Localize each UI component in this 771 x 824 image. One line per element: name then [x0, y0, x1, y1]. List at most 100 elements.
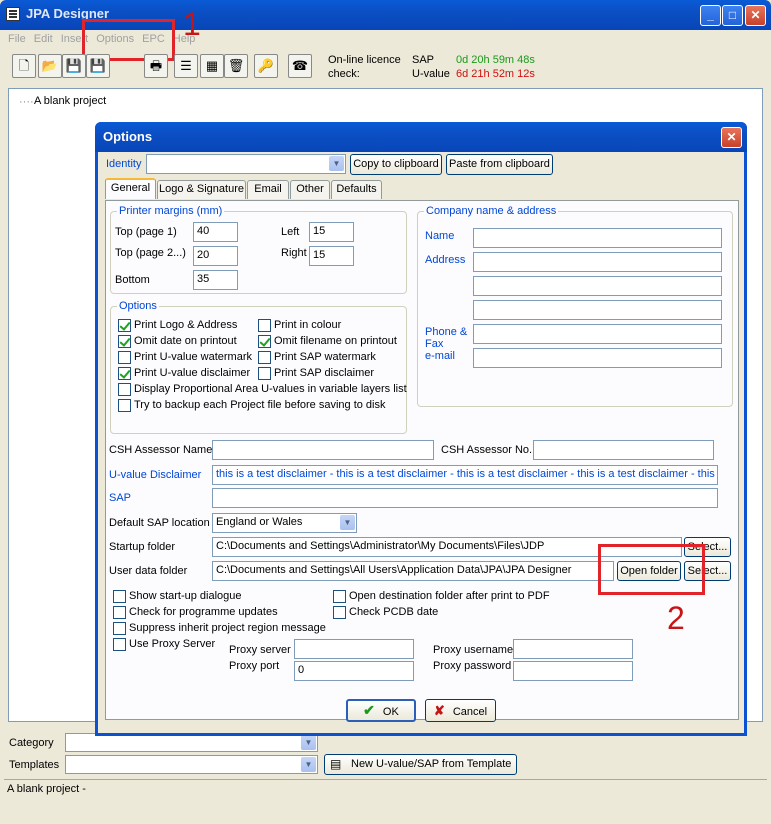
- address-line3-input[interactable]: [473, 300, 722, 320]
- uvalue-label: U-value: [412, 68, 450, 80]
- minimize-button[interactable]: _: [700, 5, 721, 26]
- left-input[interactable]: 15: [309, 222, 354, 242]
- uvalue-watermark-checkbox[interactable]: [118, 351, 131, 364]
- company-name-input[interactable]: [473, 228, 722, 248]
- tab-general[interactable]: General: [105, 178, 156, 199]
- open-folder-icon[interactable]: 📂: [38, 54, 62, 78]
- proxy-port-input[interactable]: 0: [294, 661, 414, 681]
- backup-project-checkbox[interactable]: [118, 399, 131, 412]
- identity-label: Identity: [106, 158, 142, 170]
- default-sap-select[interactable]: England or Wales ▼: [212, 513, 357, 533]
- save-all-icon[interactable]: 💾: [86, 54, 110, 78]
- right-label: Right: [281, 247, 307, 259]
- user-data-folder-input[interactable]: C:\Documents and Settings\All Users\Appl…: [212, 561, 614, 581]
- delete-icon[interactable]: 🗑: [224, 54, 248, 78]
- templates-label: Templates: [9, 759, 60, 771]
- sap-watermark-label: Print SAP watermark: [274, 351, 376, 363]
- calculator-icon[interactable]: ▦: [200, 54, 224, 78]
- proxy-password-input[interactable]: [513, 661, 633, 681]
- ok-button[interactable]: ✔ OK: [346, 699, 416, 722]
- uvalue-disclaimer-checkbox[interactable]: [118, 367, 131, 380]
- app-icon: [6, 7, 20, 21]
- close-button[interactable]: ✕: [745, 5, 766, 26]
- use-proxy-checkbox[interactable]: [113, 638, 126, 651]
- email-label: e-mail: [425, 350, 455, 362]
- checkmark-icon: ✔: [363, 702, 375, 718]
- omit-filename-checkbox[interactable]: [258, 335, 271, 348]
- proxy-server-input[interactable]: [294, 639, 414, 659]
- sap-disclaimer-input[interactable]: [212, 488, 718, 508]
- tab-other[interactable]: Other: [290, 180, 330, 199]
- sap-disclaimer-field-label: SAP: [109, 492, 132, 504]
- dialog-title: Options: [103, 129, 153, 144]
- menu-edit[interactable]: Edit: [30, 30, 57, 45]
- csh-name-input[interactable]: [212, 440, 434, 460]
- print-icon[interactable]: 🖶: [144, 54, 168, 78]
- templates-select[interactable]: ▼: [65, 755, 318, 774]
- tab-logo-signature[interactable]: Logo & Signature: [157, 180, 246, 199]
- uvalue-timer: 6d 21h 52m 12s: [456, 68, 535, 80]
- options-tabs: General Logo & Signature Email Other Def…: [105, 178, 739, 200]
- open-destination-checkbox[interactable]: [333, 590, 346, 603]
- cross-icon: ✘: [433, 703, 445, 718]
- uvalue-disclaimer-option-label: Print U-value disclaimer: [134, 367, 251, 379]
- identity-select[interactable]: ▼: [146, 154, 346, 174]
- print-logo-checkbox[interactable]: [118, 319, 131, 332]
- address-line1-input[interactable]: [473, 252, 722, 272]
- uvalue-disclaimer-label: U-value Disclaimer: [109, 469, 202, 481]
- uvalue-watermark-label: Print U-value watermark: [134, 351, 252, 363]
- menu-file[interactable]: File: [4, 30, 30, 45]
- proportional-area-checkbox[interactable]: [118, 383, 131, 396]
- phone-icon[interactable]: ☎: [288, 54, 312, 78]
- phone-label: Phone &: [425, 326, 468, 338]
- maximize-button[interactable]: □: [722, 5, 743, 26]
- new-from-template-button[interactable]: ▤ New U-value/SAP from Template: [324, 754, 517, 775]
- paste-from-clipboard-button[interactable]: Paste from clipboard: [446, 154, 553, 175]
- licence-label: On-line licence: [328, 54, 401, 66]
- open-destination-label: Open destination folder after print to P…: [349, 590, 550, 602]
- tab-defaults[interactable]: Defaults: [331, 180, 382, 199]
- company-title: Company name & address: [424, 205, 559, 217]
- print-options-group: Options Print Logo & Address Print in co…: [110, 300, 407, 434]
- tab-email[interactable]: Email: [247, 180, 289, 199]
- chevron-down-icon: ▼: [301, 757, 316, 772]
- tree-root-item[interactable]: A blank project: [34, 95, 106, 107]
- check-updates-checkbox[interactable]: [113, 606, 126, 619]
- startup-folder-label: Startup folder: [109, 541, 176, 553]
- proxy-username-input[interactable]: [513, 639, 633, 659]
- printer-margins-group: Printer margins (mm) Top (page 1) 40 Top…: [110, 205, 407, 294]
- sap-watermark-checkbox[interactable]: [258, 351, 271, 364]
- check-pcdb-checkbox[interactable]: [333, 606, 346, 619]
- sap-disclaimer-checkbox[interactable]: [258, 367, 271, 380]
- top-page2-input[interactable]: 20: [193, 246, 238, 266]
- key-icon[interactable]: 🔑: [254, 54, 278, 78]
- cancel-button[interactable]: ✘ Cancel: [425, 699, 496, 722]
- proxy-username-label: Proxy username: [433, 644, 514, 656]
- omit-filename-label: Omit filename on printout: [274, 335, 397, 347]
- chevron-down-icon: ▼: [340, 515, 355, 530]
- top-page1-input[interactable]: 40: [193, 222, 238, 242]
- save-icon[interactable]: 💾: [62, 54, 86, 78]
- email-input[interactable]: [473, 348, 722, 368]
- show-startup-checkbox[interactable]: [113, 590, 126, 603]
- uvalue-disclaimer-input[interactable]: this is a test disclaimer - this is a te…: [212, 465, 718, 485]
- bottom-input[interactable]: 35: [193, 270, 238, 290]
- omit-date-checkbox[interactable]: [118, 335, 131, 348]
- new-file-icon[interactable]: 🗋: [12, 54, 36, 78]
- report-icon[interactable]: ☰: [174, 54, 198, 78]
- show-startup-label: Show start-up dialogue: [129, 590, 242, 602]
- right-input[interactable]: 15: [309, 246, 354, 266]
- suppress-region-checkbox[interactable]: [113, 622, 126, 635]
- suppress-region-label: Suppress inherit project region message: [129, 622, 326, 634]
- dialog-close-button[interactable]: ✕: [721, 127, 742, 148]
- new-from-template-label: New U-value/SAP from Template: [351, 758, 512, 770]
- csh-no-input[interactable]: [533, 440, 714, 460]
- annotation-number-1: 1: [183, 6, 201, 42]
- phone-input[interactable]: [473, 324, 722, 344]
- backup-project-label: Try to backup each Project file before s…: [134, 399, 386, 411]
- company-address-label: Address: [425, 254, 466, 266]
- address-line2-input[interactable]: [473, 276, 722, 296]
- copy-to-clipboard-button[interactable]: Copy to clipboard: [350, 154, 442, 175]
- print-colour-checkbox[interactable]: [258, 319, 271, 332]
- user-data-folder-label: User data folder: [109, 565, 188, 577]
